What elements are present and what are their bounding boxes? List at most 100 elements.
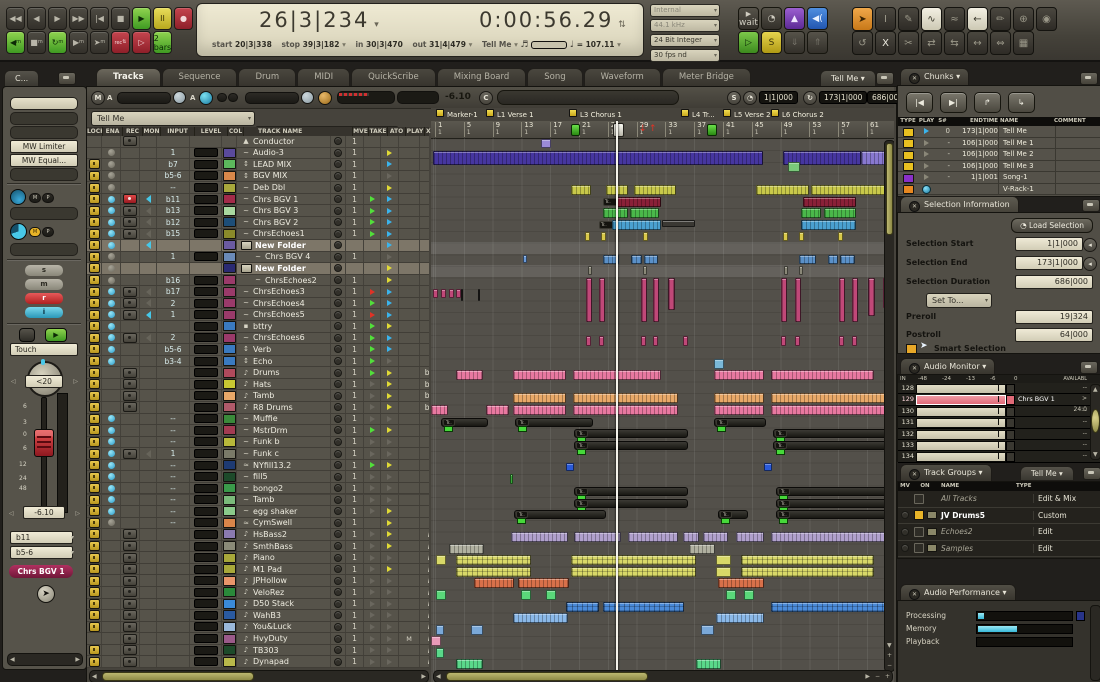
- memory-play-button[interactable]: ▶m: [69, 31, 88, 54]
- clip[interactable]: [631, 255, 642, 264]
- clock-source-dropdown[interactable]: Internal: [650, 4, 720, 17]
- clip[interactable]: [513, 370, 566, 380]
- automation-icon[interactable]: [370, 208, 375, 214]
- track-name[interactable]: You&Luck: [253, 622, 291, 631]
- track-row-tamb[interactable]: --~Tamb11-2: [87, 495, 429, 507]
- send1-mute-button[interactable]: M: [29, 193, 41, 203]
- automation-icon[interactable]: [370, 531, 375, 537]
- move-handle[interactable]: [334, 519, 342, 527]
- insert-slot-5[interactable]: [10, 168, 78, 181]
- monitor-icon[interactable]: [146, 450, 151, 458]
- output-assign[interactable]: rsn4-: [428, 565, 429, 574]
- solo-button[interactable]: S: [761, 31, 782, 54]
- track-name[interactable]: New Folder: [255, 264, 306, 273]
- send2-mute-button[interactable]: M: [29, 227, 41, 237]
- automation-icon[interactable]: [370, 393, 375, 399]
- track-row-piano[interactable]: ♪Piano1rsn1-: [87, 552, 429, 564]
- record-icon[interactable]: [123, 529, 137, 539]
- ibeam-tool[interactable]: I: [875, 7, 896, 31]
- memory-bar[interactable]: start 20|3|338 stop 39|3|182 ▾ in 30|3|4…: [205, 40, 621, 50]
- move-handle[interactable]: [334, 380, 342, 388]
- automation-icon[interactable]: [370, 196, 375, 202]
- punch-out-button[interactable]: ⇑: [807, 31, 828, 54]
- clip[interactable]: [574, 532, 621, 542]
- color-swatch[interactable]: [223, 183, 236, 193]
- automation-clip[interactable]: Tr..: [515, 418, 593, 427]
- clip[interactable]: [716, 567, 731, 577]
- track-name[interactable]: Drums: [253, 368, 279, 377]
- clip[interactable]: [441, 289, 446, 298]
- clip[interactable]: [839, 336, 844, 346]
- monitor-row-132[interactable]: 132--: [898, 429, 1100, 440]
- monitor-icon[interactable]: [146, 195, 151, 203]
- move-handle[interactable]: [334, 149, 342, 157]
- move-handle[interactable]: [334, 461, 342, 469]
- track-name[interactable]: HvyDuty: [253, 634, 288, 643]
- lock-icon[interactable]: [89, 460, 100, 470]
- track-name[interactable]: NYfill13.2: [253, 461, 291, 470]
- enable-icon[interactable]: [108, 172, 115, 179]
- track-name[interactable]: VeloRez: [253, 588, 284, 597]
- clip[interactable]: [811, 185, 891, 195]
- clip[interactable]: [824, 208, 856, 218]
- audible-click-button[interactable]: ◀(: [807, 7, 828, 30]
- track-row-m1-pad[interactable]: ♪M1 Pad1rsn4-: [87, 564, 429, 576]
- close-icon[interactable]: ✕: [909, 589, 920, 600]
- group-name[interactable]: JV Drums5: [938, 511, 1033, 520]
- play-enable-icon[interactable]: [387, 323, 392, 329]
- slip-tool[interactable]: ▦: [1013, 31, 1034, 55]
- clip[interactable]: [456, 659, 483, 669]
- track-name[interactable]: TB303: [253, 646, 279, 655]
- clip[interactable]: [641, 278, 647, 322]
- track-row-jphollow[interactable]: ♪JPHollow1rsn4-: [87, 575, 429, 587]
- move-handle[interactable]: [334, 345, 342, 353]
- color-swatch[interactable]: [223, 194, 236, 204]
- main-counter[interactable]: 26|3|234 ▾: [259, 8, 381, 32]
- clip[interactable]: [714, 370, 764, 380]
- clip[interactable]: [788, 162, 800, 172]
- color-swatch[interactable]: [223, 391, 236, 401]
- track-name[interactable]: Conductor: [253, 137, 294, 146]
- color-swatch[interactable]: [223, 529, 236, 539]
- trim-tool[interactable]: ←: [967, 7, 988, 31]
- clip[interactable]: [573, 405, 678, 415]
- track-row-bongo2[interactable]: --~bongo211-2: [87, 483, 429, 495]
- enable-icon[interactable]: [108, 277, 115, 284]
- track-row-chrs-bgv-2[interactable]: b12~Chrs BGV 21b5-6: [87, 217, 429, 229]
- track-name[interactable]: Echo: [253, 357, 272, 366]
- overdub-record-button[interactable]: rec⇅: [111, 31, 130, 54]
- clip[interactable]: [518, 578, 569, 588]
- clip[interactable]: [456, 567, 531, 577]
- chunk-row-tell-me-2[interactable]: -106|1|000Tell Me 2: [898, 149, 1100, 161]
- chunk-row-tell-me-3[interactable]: -106|1|000Tell Me 3: [898, 161, 1100, 173]
- fader-dec-icon[interactable]: ◁: [9, 510, 14, 517]
- channel-strip-collapse-button[interactable]: [58, 72, 76, 85]
- lock-icon[interactable]: [89, 217, 100, 227]
- automation-icon[interactable]: [370, 427, 375, 433]
- color-swatch[interactable]: [223, 298, 236, 308]
- track-groups-tab[interactable]: ✕Track Groups ▾: [900, 464, 992, 482]
- monitor-row-133[interactable]: 133--: [898, 440, 1100, 451]
- group-on-checkbox[interactable]: [914, 527, 924, 537]
- play-enable-icon[interactable]: [387, 531, 392, 537]
- clip[interactable]: [741, 567, 874, 577]
- move-handle[interactable]: [334, 184, 342, 192]
- record-icon[interactable]: [123, 587, 137, 597]
- clip[interactable]: [571, 555, 696, 565]
- automation-clip[interactable]: Tr..: [574, 429, 688, 438]
- clip[interactable]: [436, 648, 444, 658]
- play-enable-icon[interactable]: [387, 289, 392, 295]
- track-row-verb[interactable]: b5-6↕Verb11-2: [87, 344, 429, 356]
- track-row-funk-c[interactable]: 1~Funk c11-2: [87, 448, 429, 460]
- lock-icon[interactable]: [89, 310, 100, 320]
- lock-icon[interactable]: [89, 159, 100, 169]
- clip[interactable]: [471, 625, 483, 635]
- enable-icon[interactable]: [108, 242, 115, 249]
- move-handle[interactable]: [334, 507, 342, 515]
- move-tool[interactable]: ⇔: [990, 31, 1011, 55]
- audio-slider-cap[interactable]: [173, 91, 186, 104]
- tab-midi[interactable]: MIDI: [297, 68, 350, 86]
- clip[interactable]: [433, 289, 438, 298]
- send2-knob[interactable]: [10, 223, 27, 240]
- marker-marker-1[interactable]: Marker-1: [436, 109, 478, 119]
